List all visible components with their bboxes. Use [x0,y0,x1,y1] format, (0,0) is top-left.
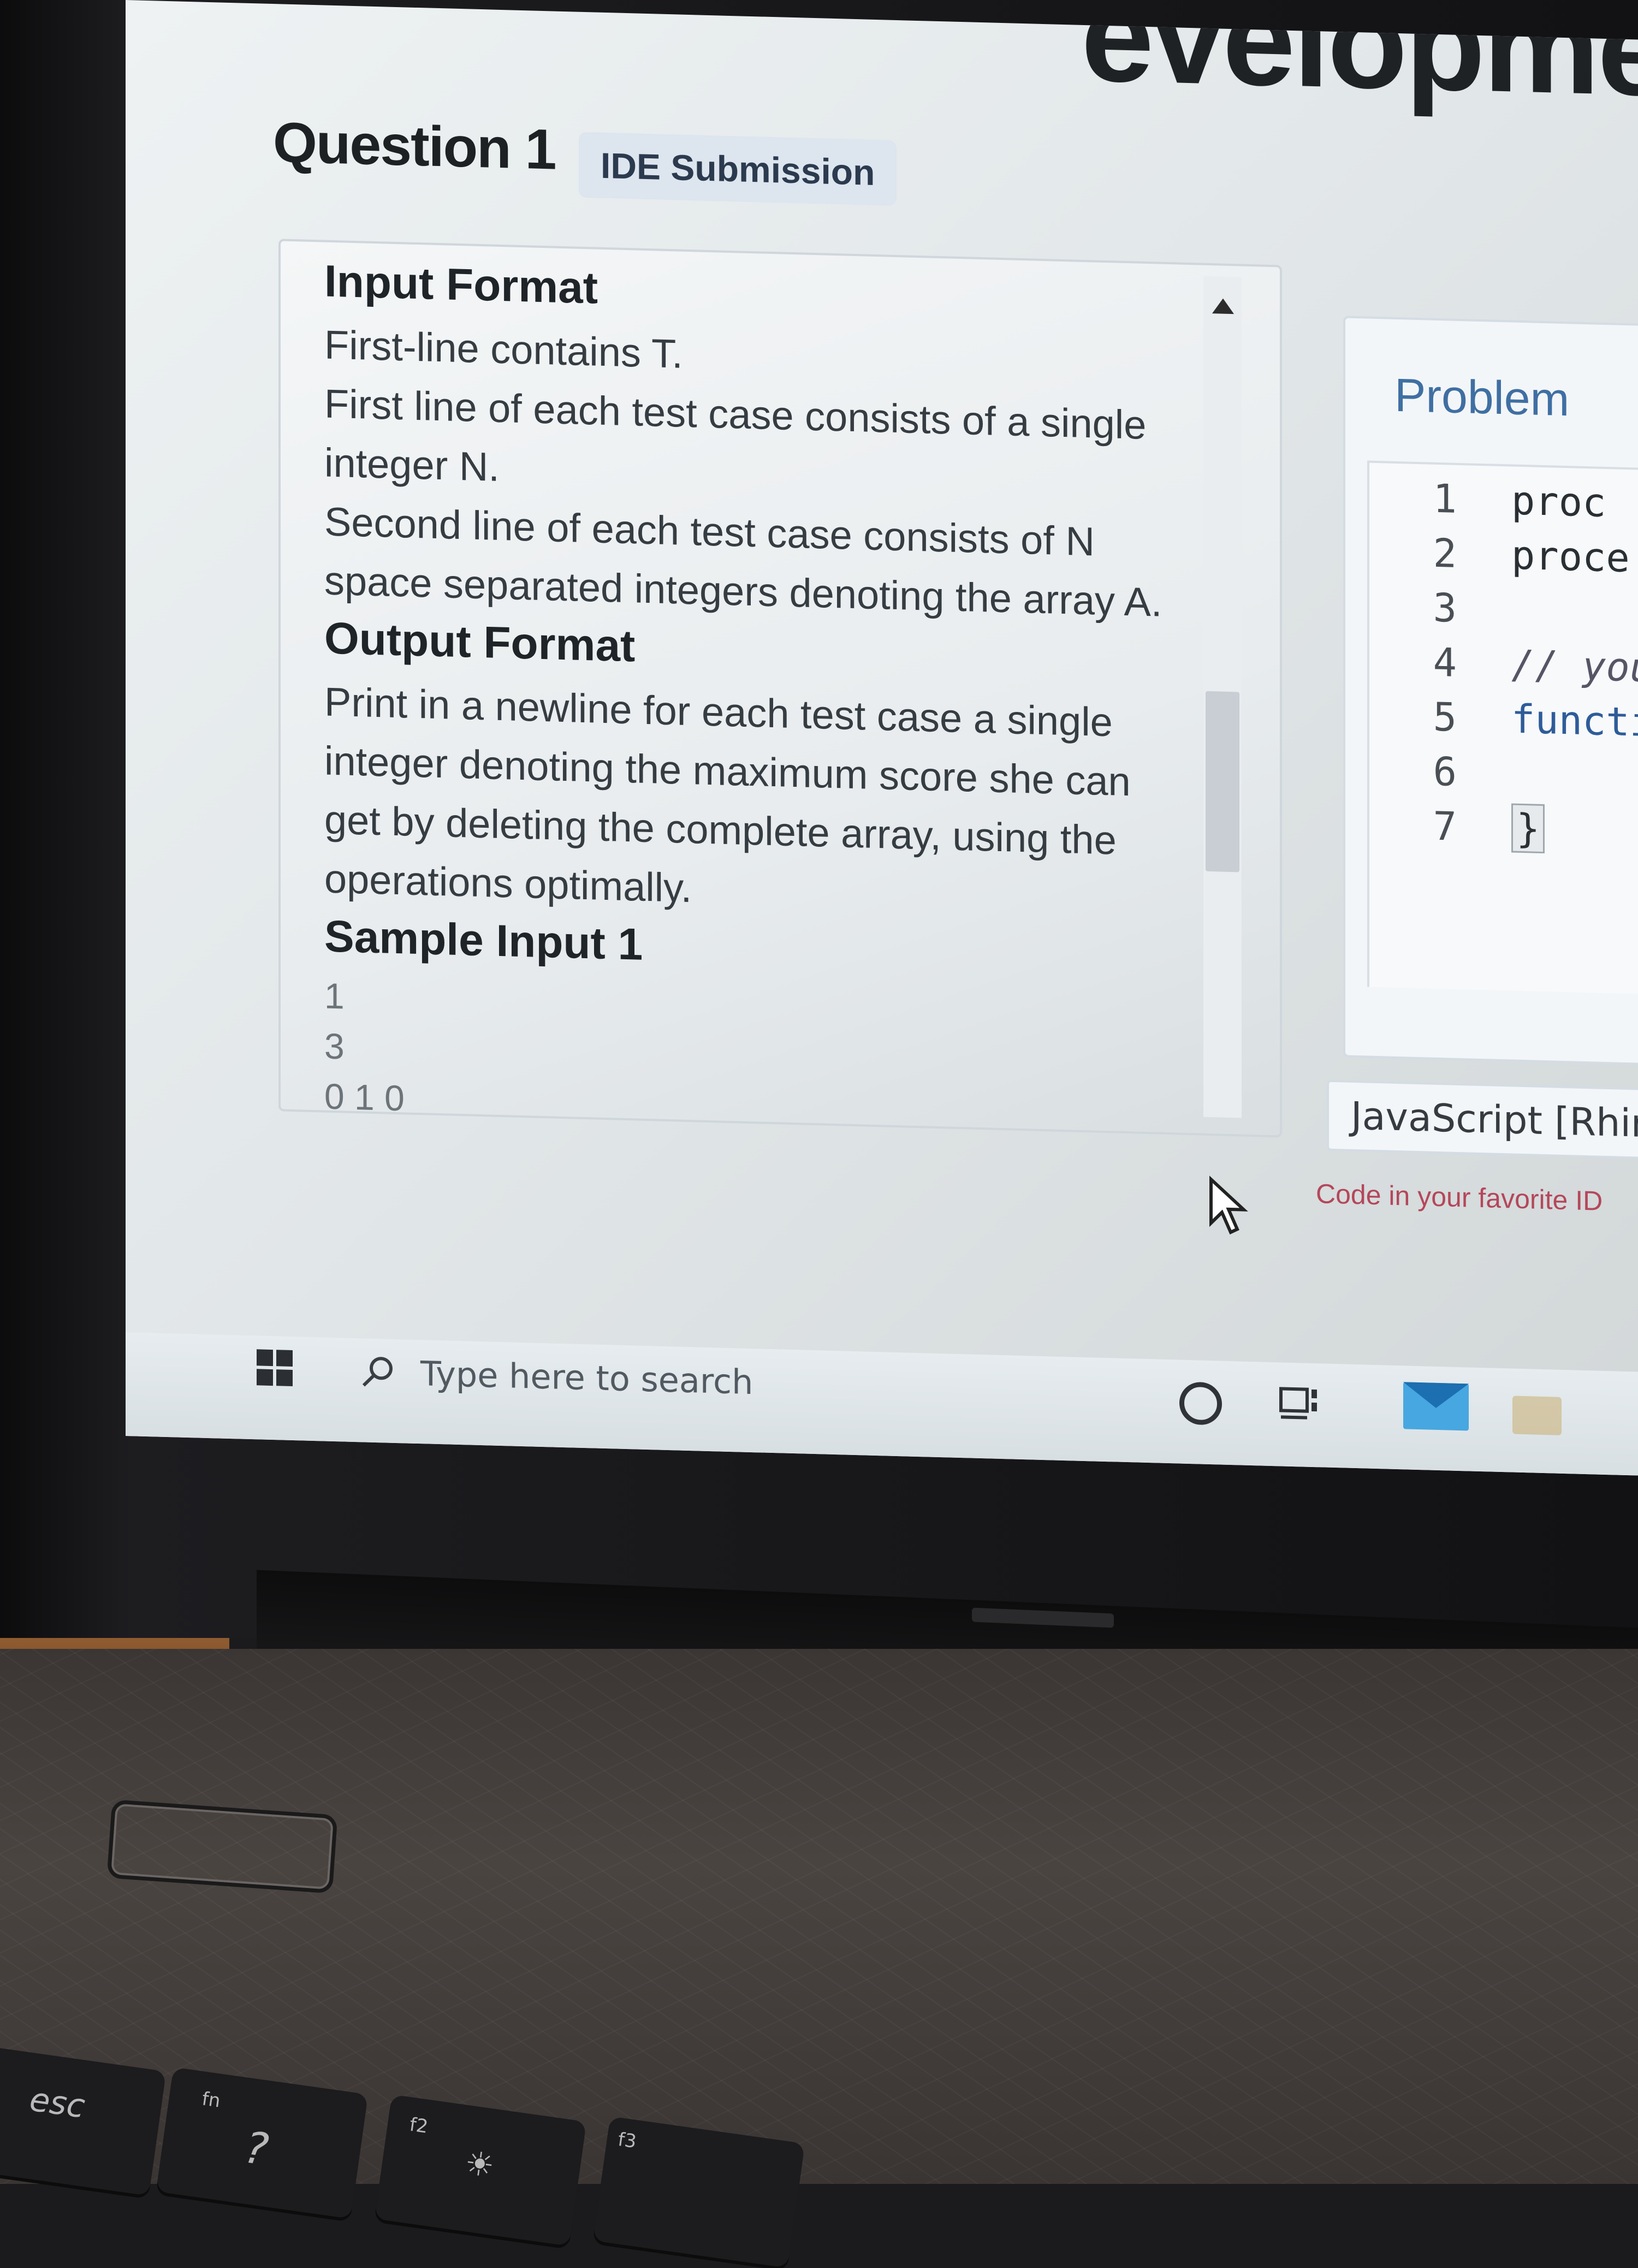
code-text: } [1511,803,1545,854]
tab-problem[interactable]: Problem [1394,369,1569,427]
scrollbar-thumb[interactable] [1206,691,1239,872]
code-text: // you [1511,641,1638,691]
mouse-cursor-icon [1209,1175,1248,1235]
line-number: 5 [1433,693,1457,740]
language-select[interactable]: JavaScript [Rhino [1327,1079,1638,1162]
problem-description-panel[interactable]: Input Format First-line contains T. Firs… [278,239,1282,1138]
mail-icon-flap [1403,1382,1469,1409]
problem-description-content: Input Format First-line contains T. Firs… [324,253,1182,1138]
line-number: 6 [1433,748,1457,795]
code-editor-panel: Problem 1 proc 2 proce 3 4 // you 5 func… [1343,316,1638,1067]
code-text: proc [1511,477,1606,526]
input-format-line: First line of each test case consists of… [324,381,1147,490]
f1-key[interactable]: fn ? [156,2067,369,2219]
line-number: 3 [1433,584,1457,631]
question-heading: Question 1 [273,111,556,182]
esc-key[interactable]: esc [0,2046,167,2196]
deck-indicator [106,1799,338,1894]
windows-start-icon[interactable] [257,1349,295,1388]
code-text: proce [1511,532,1630,581]
scroll-up-arrow-icon[interactable] [1212,298,1234,314]
cortana-icon[interactable] [1179,1381,1222,1426]
f2-key[interactable]: f2 ☀ [374,2094,587,2246]
ide-note-link[interactable]: Code in your favorite ID [1316,1178,1603,1217]
task-view-icon[interactable] [1278,1384,1321,1423]
code-editor[interactable]: 1 proc 2 proce 3 4 // you 5 functi 6 7} [1367,460,1638,997]
laptop-screen: evelopment Test | R Question 1 IDE Submi… [126,0,1638,1476]
input-format-line: Second line of each test case consists o… [324,498,1162,625]
line-number: 4 [1433,639,1457,686]
line-number: 7 [1433,803,1457,850]
code-text: functi [1511,696,1638,746]
search-icon [362,1357,393,1387]
store-icon[interactable] [1512,1396,1562,1435]
submission-type-badge: IDE Submission [579,132,897,206]
line-number: 2 [1433,530,1457,577]
output-format-text: Print in a newline for each test case a … [324,679,1131,911]
line-number: 1 [1433,475,1457,522]
f3-key[interactable]: f3 [592,2116,805,2268]
